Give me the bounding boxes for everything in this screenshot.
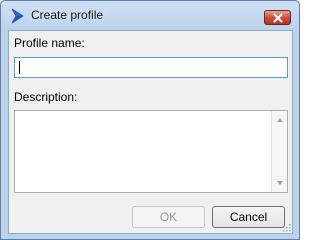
cancel-button[interactable]: Cancel <box>212 206 285 228</box>
description-scrollbar[interactable] <box>271 111 287 192</box>
dialog-title: Create profile <box>31 8 104 22</box>
close-icon <box>273 13 283 23</box>
description-label: Description: <box>14 90 78 104</box>
ok-button[interactable]: OK <box>132 206 205 228</box>
app-logo-icon <box>10 8 26 24</box>
profile-name-label: Profile name: <box>14 36 85 50</box>
scroll-down-arrow-icon[interactable] <box>276 179 284 187</box>
text-caret <box>19 61 20 74</box>
description-textarea[interactable] <box>14 110 288 193</box>
title-bar[interactable]: Create profile <box>1 1 299 29</box>
close-button[interactable] <box>264 10 291 25</box>
dialog-window: Create profile Profile name: Description… <box>0 0 300 240</box>
scroll-up-arrow-icon[interactable] <box>276 116 284 124</box>
profile-name-input[interactable] <box>14 57 288 78</box>
resize-grip-icon[interactable] <box>281 222 291 232</box>
dialog-body: Profile name: Description: OK Cancel <box>8 30 293 234</box>
